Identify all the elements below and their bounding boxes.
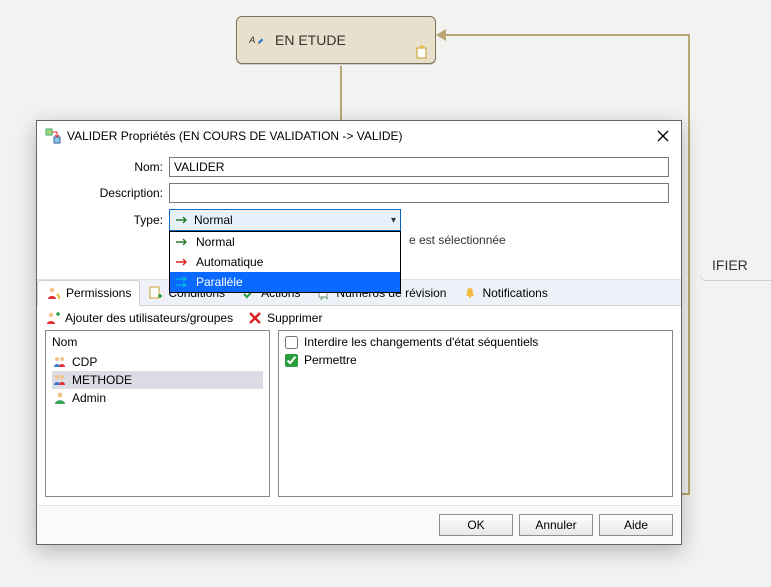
nom-input[interactable]: [169, 157, 669, 177]
column-header-nom: Nom: [52, 335, 263, 349]
tab-permissions[interactable]: Permissions: [37, 280, 140, 306]
type-option-normal[interactable]: Normal: [170, 232, 400, 252]
transition-icon: [45, 128, 61, 144]
delete-button[interactable]: Supprimer: [247, 310, 322, 326]
dialog-title: VALIDER Propriétés (EN COURS DE VALIDATI…: [67, 129, 647, 143]
type-combobox[interactable]: Normal ▾: [169, 209, 401, 231]
properties-dialog: VALIDER Propriétés (EN COURS DE VALIDATI…: [36, 120, 682, 545]
close-button[interactable]: [653, 126, 673, 146]
checkbox-allow[interactable]: Permettre: [285, 353, 666, 367]
type-selected: Normal: [194, 213, 233, 227]
arrow-right-icon: [174, 254, 190, 270]
help-button[interactable]: Aide: [599, 514, 673, 536]
node-label: EN ETUDE: [275, 32, 346, 48]
person-plus-icon: [45, 310, 61, 326]
type-option-parallele[interactable]: Parallèle: [170, 272, 400, 292]
type-option-automatique[interactable]: Automatique: [170, 252, 400, 272]
user-icon: [52, 390, 68, 406]
description-input[interactable]: [169, 183, 669, 203]
group-icon: [52, 354, 68, 370]
user-row[interactable]: CDP: [52, 353, 263, 371]
font-pencil-icon: A: [249, 32, 265, 48]
tab-notifications[interactable]: Notifications: [454, 280, 555, 305]
permissions-toolbar: Ajouter des utilisateurs/groupes Supprim…: [37, 306, 681, 330]
label-nom: Nom:: [49, 160, 169, 174]
add-users-button[interactable]: Ajouter des utilisateurs/groupes: [45, 310, 233, 326]
double-arrow-right-icon: [174, 274, 190, 290]
person-key-icon: [46, 285, 62, 301]
ok-button[interactable]: OK: [439, 514, 513, 536]
user-row[interactable]: Admin: [52, 389, 263, 407]
group-icon: [52, 372, 68, 388]
authentication-text-fragment: e est sélectionnée: [409, 233, 669, 249]
node-partial-ifier: IFIER: [700, 250, 771, 280]
cancel-button[interactable]: Annuler: [519, 514, 593, 536]
delete-x-icon: [247, 310, 263, 326]
svg-text:A: A: [249, 35, 255, 46]
arrow-right-icon: [174, 212, 190, 228]
users-panel: Nom CDP METHODE Admin: [45, 330, 270, 497]
checkbox-input[interactable]: [285, 336, 298, 349]
checkbox-input[interactable]: [285, 354, 298, 367]
options-panel: Interdire les changements d'état séquent…: [278, 330, 673, 497]
dialog-buttons: OK Annuler Aide: [37, 505, 681, 544]
titlebar: VALIDER Propriétés (EN COURS DE VALIDATI…: [37, 121, 681, 151]
checkbox-forbid-sequential[interactable]: Interdire les changements d'état séquent…: [285, 335, 666, 349]
user-row[interactable]: METHODE: [52, 371, 263, 389]
note-plus-icon: [148, 285, 164, 301]
bell-icon: [462, 285, 478, 301]
type-dropdown: Normal Automatique Parallèle: [169, 231, 401, 293]
new-note-icon: [415, 45, 429, 59]
arrow-right-icon: [174, 234, 190, 250]
node-en-etude[interactable]: A EN ETUDE: [236, 16, 436, 64]
label-type: Type:: [49, 213, 169, 227]
label-description: Description:: [49, 186, 169, 200]
chevron-down-icon: ▾: [391, 215, 396, 226]
